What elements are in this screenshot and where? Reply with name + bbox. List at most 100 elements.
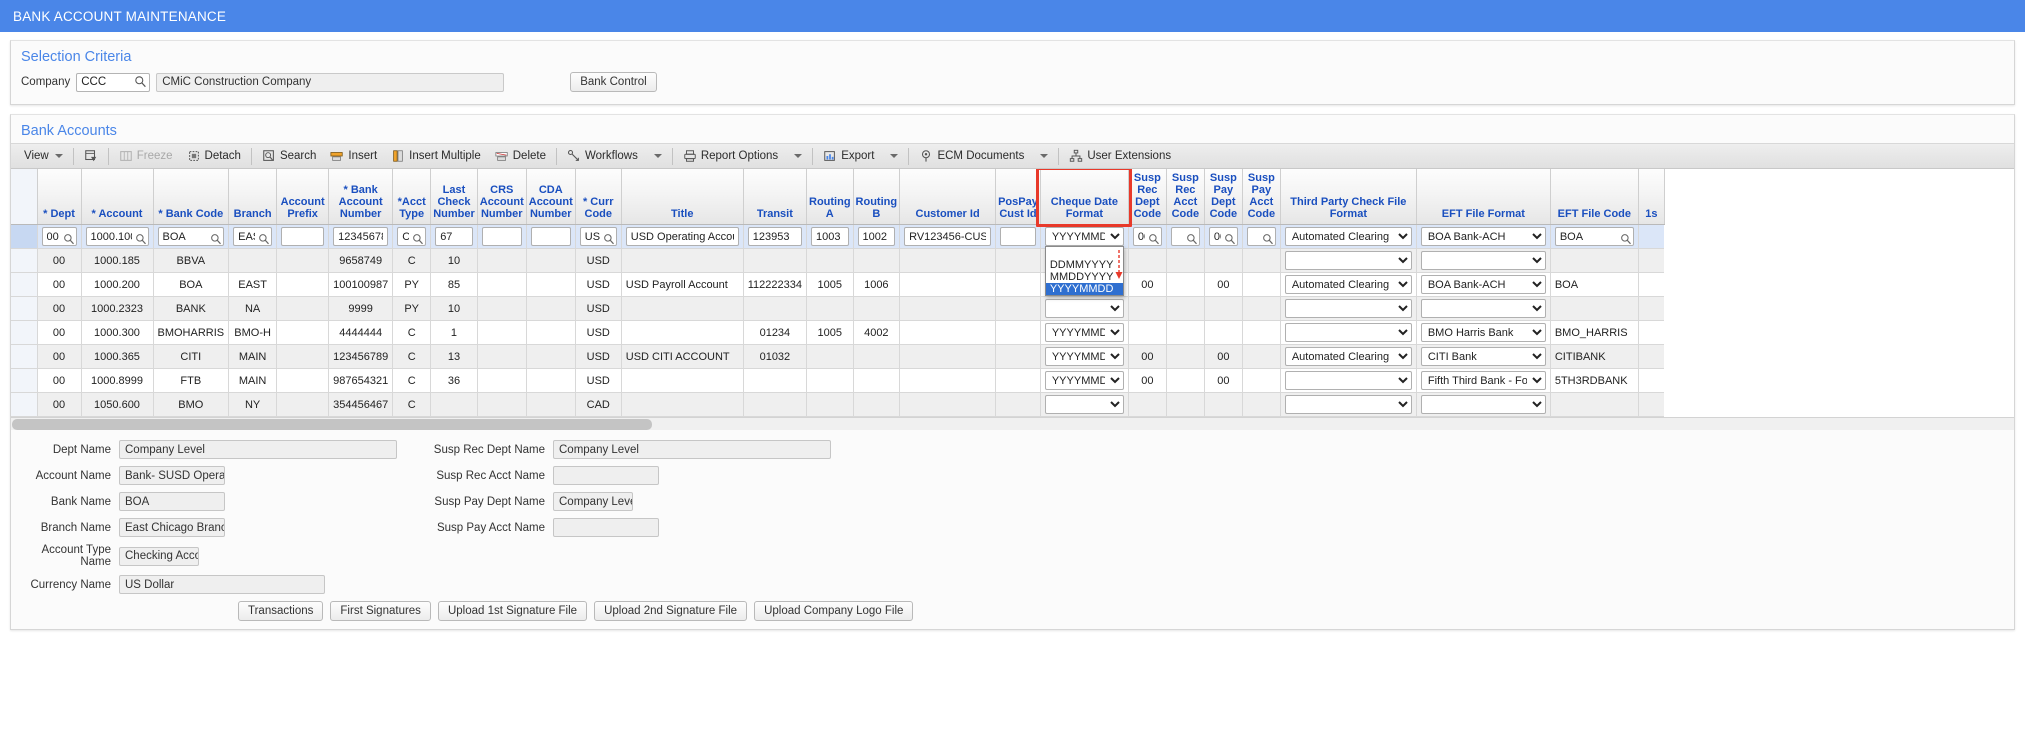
workflows-dropdown[interactable] xyxy=(645,144,669,168)
cell-sel[interactable] xyxy=(11,296,38,321)
column-header-cda[interactable]: CDA Account Number xyxy=(526,169,576,225)
input-eftcode[interactable] xyxy=(1554,227,1634,246)
cell-title[interactable] xyxy=(621,224,744,249)
input-spdept[interactable] xyxy=(1208,227,1238,246)
column-header-thirdparty[interactable]: Third Party Check File Format xyxy=(1280,169,1417,225)
cell-sel[interactable] xyxy=(11,224,38,249)
cell-transit[interactable] xyxy=(743,224,808,249)
detach-button[interactable]: Detach xyxy=(180,144,248,168)
input-srdept[interactable] xyxy=(1132,227,1162,246)
input-transit[interactable] xyxy=(747,227,802,246)
cell-account[interactable] xyxy=(81,224,154,249)
detail-button-upload-2nd-signature-file[interactable]: Upload 2nd Signature File xyxy=(594,601,748,621)
cell-pospay[interactable] xyxy=(995,224,1041,249)
table-row[interactable]: 00 1000.185 BBVA 9658749 C 10 USD xyxy=(11,248,1665,273)
detail-button-upload-company-logo-file[interactable]: Upload Company Logo File xyxy=(754,601,914,621)
cell-cda[interactable] xyxy=(526,224,576,249)
table-row[interactable]: 00 1050.600 BMO NY 354456467 C CAD xyxy=(11,392,1665,417)
cell-routeb[interactable] xyxy=(853,224,901,249)
select-thirdparty[interactable] xyxy=(1284,251,1412,270)
cell-sel[interactable] xyxy=(11,320,38,345)
column-header-spdept[interactable]: Susp Pay Dept Code xyxy=(1204,169,1243,225)
input-title[interactable] xyxy=(625,227,739,246)
cell-bankcode[interactable] xyxy=(153,224,230,249)
column-header-branch[interactable]: Branch xyxy=(228,169,278,225)
select-eftfmt[interactable]: CITI Bank xyxy=(1420,347,1546,366)
cell-lastcheck[interactable] xyxy=(430,224,478,249)
grid-horizontal-scrollbar[interactable] xyxy=(11,417,2014,430)
cell-accttype[interactable] xyxy=(392,224,432,249)
cell-sel[interactable] xyxy=(11,248,38,273)
cell-bankacct[interactable] xyxy=(328,224,394,249)
select-eftfmt[interactable] xyxy=(1420,251,1546,270)
lov-eftcode[interactable] xyxy=(1554,227,1634,246)
cell-dept[interactable] xyxy=(37,224,82,249)
cell-sel[interactable] xyxy=(11,368,38,393)
cell-sel[interactable] xyxy=(11,392,38,417)
column-header-srdept[interactable]: Susp Rec Dept Code xyxy=(1128,169,1167,225)
dropdown-option-ddmmyyyy[interactable]: DDMMYYYY xyxy=(1046,259,1123,271)
insert-multiple-button[interactable]: Insert Multiple xyxy=(384,144,488,168)
input-accttype[interactable] xyxy=(397,227,427,246)
column-header-sracct[interactable]: Susp Rec Acct Code xyxy=(1166,169,1205,225)
input-branch[interactable] xyxy=(233,227,273,246)
table-row[interactable]: 00 1000.300 BMOHARRIS BMO-H 4444444 C 1 USD 0123… xyxy=(11,320,1665,345)
insert-button[interactable]: Insert xyxy=(323,144,384,168)
dropdown-option-blank[interactable] xyxy=(1046,247,1123,259)
cell-branch[interactable] xyxy=(228,224,278,249)
column-header-transit[interactable]: Transit xyxy=(743,169,808,225)
bank-control-button[interactable]: Bank Control xyxy=(570,72,657,92)
select-thirdparty[interactable]: Automated Clearing House xyxy=(1284,347,1412,366)
company-lov[interactable] xyxy=(76,72,151,92)
column-header-accttype[interactable]: *Acct Type xyxy=(392,169,432,225)
lov-sracct[interactable] xyxy=(1170,227,1200,246)
column-header-title[interactable]: Title xyxy=(621,169,744,225)
lov-spacct[interactable] xyxy=(1246,227,1276,246)
input-sracct[interactable] xyxy=(1170,227,1200,246)
lov-bankcode[interactable] xyxy=(157,227,225,246)
column-header-chequefmt[interactable]: Cheque Date Format xyxy=(1040,169,1129,225)
select-thirdparty[interactable]: Automated Clearing House xyxy=(1284,227,1412,246)
column-header-lastcheck[interactable]: Last Check Number xyxy=(430,169,478,225)
export-dropdown[interactable] xyxy=(881,144,905,168)
input-lastcheck[interactable] xyxy=(435,227,473,246)
select-thirdparty[interactable] xyxy=(1284,395,1412,414)
select-chequefmt[interactable]: YYYYMMDD xyxy=(1044,347,1124,366)
company-code-input[interactable] xyxy=(76,72,151,92)
cell-curr[interactable] xyxy=(575,224,622,249)
input-curr[interactable] xyxy=(579,227,617,246)
select-chequefmt[interactable] xyxy=(1044,299,1124,318)
select-thirdparty[interactable] xyxy=(1284,323,1412,342)
cell-sel[interactable] xyxy=(11,272,38,297)
cell-sel[interactable] xyxy=(11,344,38,369)
column-header-routeb[interactable]: Routing B xyxy=(853,169,901,225)
column-header-pospay[interactable]: PosPay Cust Id xyxy=(995,169,1041,225)
dropdown-option-yyyymmdd[interactable]: YYYYMMDD xyxy=(1045,283,1123,295)
cell-routea[interactable] xyxy=(806,224,854,249)
column-header-prefix[interactable]: Account Prefix xyxy=(276,169,330,225)
ecm-documents-button[interactable]: ECM Documents xyxy=(912,144,1031,168)
input-cda[interactable] xyxy=(530,227,571,246)
input-pospay[interactable] xyxy=(1000,227,1036,246)
dropdown-option-mmddyyyy[interactable]: MMDDYYYY xyxy=(1046,271,1123,283)
input-crs[interactable] xyxy=(481,227,522,246)
search-button[interactable]: Search xyxy=(255,144,323,168)
column-header-bankcode[interactable]: * Bank Code xyxy=(153,169,230,225)
report-options-button[interactable]: Report Options xyxy=(676,144,785,168)
select-eftfmt[interactable]: BOA Bank-ACH xyxy=(1420,275,1546,294)
column-header-spacct[interactable]: Susp Pay Acct Code xyxy=(1242,169,1281,225)
column-header-eftfmt[interactable]: EFT File Format xyxy=(1416,169,1551,225)
lov-dept[interactable] xyxy=(41,227,77,246)
cell-sracct[interactable] xyxy=(1166,224,1205,249)
input-dept[interactable] xyxy=(41,227,77,246)
cell-spdept[interactable] xyxy=(1204,224,1243,249)
select-thirdparty[interactable]: Automated Clearing House xyxy=(1284,275,1412,294)
lov-account[interactable] xyxy=(85,227,149,246)
input-spacct[interactable] xyxy=(1246,227,1276,246)
ecm-documents-dropdown[interactable] xyxy=(1031,144,1055,168)
select-thirdparty[interactable] xyxy=(1284,299,1412,318)
table-row[interactable]: 00 1000.2323 BANK NA 9999 PY 10 USD xyxy=(11,296,1665,321)
query-builder-button[interactable] xyxy=(77,144,105,168)
column-header-bankacct[interactable]: * Bank Account Number xyxy=(328,169,394,225)
cell-srdept[interactable] xyxy=(1128,224,1167,249)
